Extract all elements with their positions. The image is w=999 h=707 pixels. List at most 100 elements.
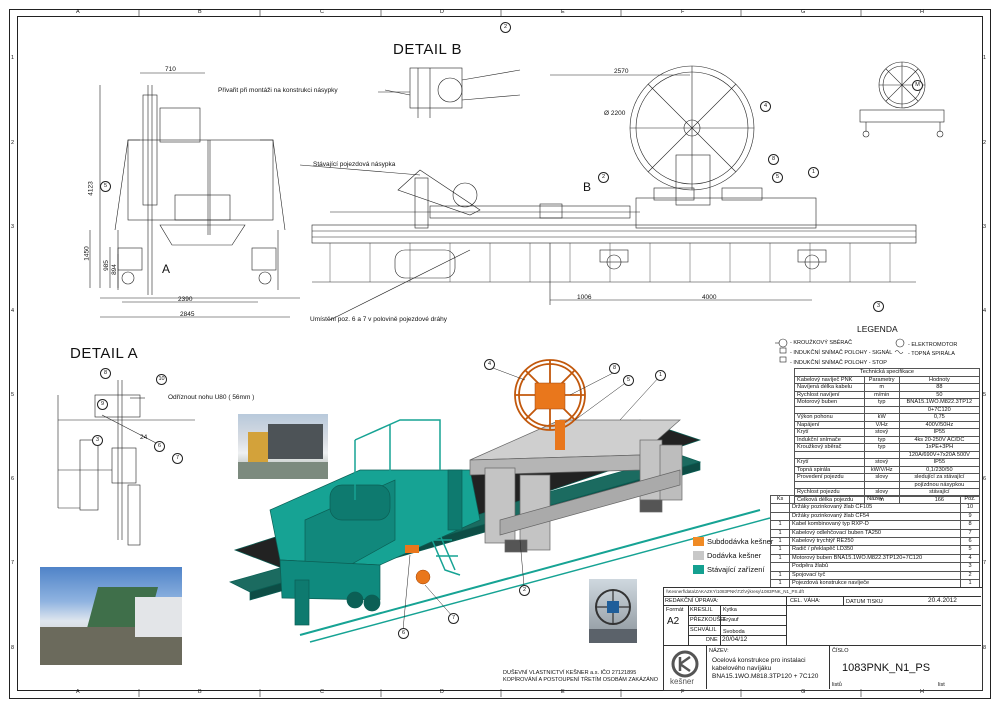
spec-row: Topná spirála kW/V/Hz 0,1/230/50: [794, 465, 981, 474]
parts-list-wrapper: Ks Název Poz. Držáky pozinkovaný žlab CF…: [770, 494, 980, 589]
position-balloon: 8: [768, 154, 779, 165]
parts-cell: 10: [960, 503, 980, 513]
legend-label: Subdodávka kešner: [707, 537, 774, 546]
title-divider: [843, 596, 844, 605]
spec-cell: typ: [863, 435, 900, 444]
spec-cell: typ: [863, 398, 900, 407]
file-path: \\Kesnerf\data\ZAKAZKY\1083PNK\TZ\Výkres…: [666, 589, 804, 594]
sheet-label: list: [938, 682, 945, 688]
spec-row: Rychlost navíjení m/min 50: [794, 390, 981, 399]
dim-label: 2845: [180, 311, 195, 318]
parts-cell: Podpěra žlabů: [789, 562, 961, 572]
spec-cell: m/min: [863, 390, 900, 399]
parts-header: Ks Název Poz.: [770, 494, 980, 505]
spec-cell: kW/V/Hz: [863, 465, 900, 474]
spec-row: Motorový buben typ BNA15.1WO.M822.3TP12: [794, 398, 981, 407]
drawing-number: 1083PNK_N1_PS: [842, 662, 931, 674]
spec-cell: 120A/690V+7x20A 500V: [898, 450, 981, 459]
spec-cell: Motorový buben: [794, 398, 865, 407]
parts-cell: 8: [960, 520, 980, 530]
parts-cell: Kabelový trychtýř RE250: [789, 537, 961, 547]
position-balloon: 5: [623, 375, 634, 386]
dim-label: 24: [140, 434, 148, 441]
parts-cell: [770, 511, 790, 522]
spec-cell: V/Hz: [863, 420, 900, 429]
spec-cell: Napájení: [794, 420, 865, 429]
site-photo-hopper: [238, 414, 328, 479]
legend-swatch-teal: [693, 565, 704, 574]
parts-row: Podpěra žlabů 3: [770, 562, 980, 572]
note-umisteni: Umístění poz. 6 a 7 v polovině pojezdové…: [310, 316, 447, 323]
parts-cell: 1: [770, 537, 790, 547]
parts-cell: Spojovací tyč: [789, 570, 961, 581]
parts-row: 1 Kabel kombinovaný typ RXP-D 8: [770, 520, 980, 530]
title-divider: [688, 615, 786, 616]
title-divider: [786, 596, 787, 645]
parts-header-cell: Poz.: [960, 494, 980, 505]
spec-cell: kW: [863, 413, 900, 422]
logo-text: kešner: [670, 677, 695, 686]
copyright-line: KOPÍROVÁNÍ A POSTOUPENÍ TŘETÍM OSOBÁM ZA…: [503, 677, 659, 683]
dim-label: 4000: [702, 294, 717, 301]
title-divider: [663, 605, 981, 606]
spec-cell: slovy: [863, 473, 900, 482]
print-date-label: DATUM TISKU: [846, 599, 883, 605]
spec-cell: Indukční snímače: [794, 435, 865, 444]
spec-cell: Kabelový navíječ PNK: [794, 375, 865, 384]
parts-cell: 1: [770, 553, 790, 564]
drawn-label: KRESLIL: [690, 607, 713, 613]
spec-cell: Krytí: [794, 428, 865, 437]
title-divider: [706, 645, 707, 689]
format-label: Formát: [666, 607, 684, 613]
checked-label: PŘEZKOUŠEL: [690, 617, 727, 623]
sheets-label: listů: [832, 682, 842, 688]
spec-row: Výkon pohonu kW 0,75: [794, 413, 981, 422]
dim-label: 4123: [87, 181, 95, 196]
parts-row: 1 Spojovací tyč 2: [770, 570, 980, 581]
position-balloon: 7: [172, 453, 183, 464]
weight-label: CEL. VÁHA:: [790, 598, 821, 604]
position-balloon: 4: [484, 359, 495, 370]
spec-row: Indukční snímače typ 4ks 20-250V AC/DC: [794, 435, 981, 444]
spec-cell: BNA15.1WO.M822.3TP12: [898, 398, 981, 407]
parts-cell: [770, 562, 790, 572]
spec-title: Technická specifikace: [794, 368, 980, 377]
spec-cell: [794, 405, 865, 414]
spec-cell: 0,1/230/50: [898, 465, 981, 474]
position-balloon: 5: [100, 181, 111, 192]
detail-b-title: DETAIL B: [393, 41, 463, 58]
parts-header-cell: Ks: [770, 494, 790, 505]
spec-row: pojízdnou násypkou: [794, 480, 981, 489]
title-line: kabelového navíjáku: [712, 665, 772, 672]
parts-cell: 1: [770, 528, 790, 539]
spec-cell: typ: [863, 443, 900, 452]
spec-table-wrapper: Technická specifikace Kabelový navíječ P…: [794, 368, 981, 504]
parts-cell: 9: [960, 511, 980, 522]
note-stavajici: Stávající pojezdová násypka: [313, 161, 396, 168]
drawn-value: Kytka: [723, 607, 737, 613]
spec-cell: Krytí: [794, 458, 865, 467]
date-value: 20/04/12: [722, 636, 748, 643]
title-divider: [829, 645, 830, 689]
detail-a-title: DETAIL A: [70, 345, 139, 362]
position-balloon: 6: [398, 628, 409, 639]
dim-label: 1450: [83, 246, 91, 261]
position-balloon: 6: [154, 441, 165, 452]
spec-cell: Hodnoty: [898, 375, 981, 384]
spec-cell: Navíjená délka kabelu: [794, 383, 865, 392]
note-privarit: Přivařit při montáži na konstrukci násyp…: [218, 87, 338, 94]
spec-cell: pojízdnou násypkou: [898, 480, 981, 489]
parts-cell: 4: [960, 553, 980, 564]
approved-label: SCHVÁLIL: [690, 627, 717, 633]
spec-row: 0+7C120: [794, 405, 981, 414]
legenda-title: LEGENDA: [857, 324, 898, 334]
spec-row: Krytí stový IP55: [794, 428, 981, 437]
spec-cell: [863, 450, 900, 459]
spec-cell: 4ks 20-250V AC/DC: [898, 435, 981, 444]
spec-cell: stový: [863, 428, 900, 437]
position-balloon: 4: [760, 101, 771, 112]
kesner-logo: kešner: [666, 649, 704, 687]
parts-row: Držáky pozinkovaný žlab CF105 10: [770, 503, 980, 513]
spec-table: Technická specifikace Kabelový navíječ P…: [794, 368, 981, 504]
parts-row: Držáky pozinkovaný žlab CF54 9: [770, 511, 980, 522]
